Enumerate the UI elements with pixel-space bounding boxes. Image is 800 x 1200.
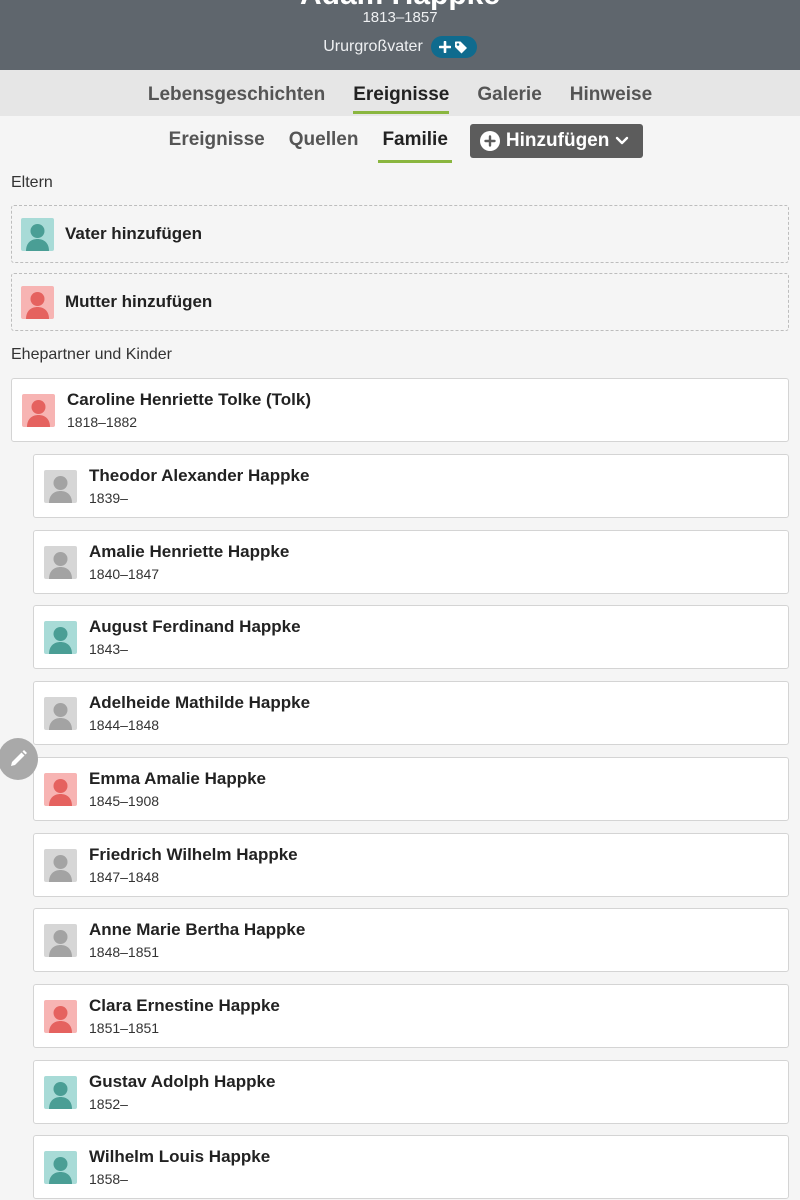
child-name: Adelheide Mathilde Happke [89, 692, 311, 712]
female-avatar-icon [44, 772, 77, 806]
child-name: August Ferdinand Happke [89, 616, 301, 636]
child-name: Amalie Henriette Happke [89, 541, 290, 561]
female-avatar-icon [21, 285, 54, 319]
child-card[interactable]: Friedrich Wilhelm Happke 1847–1848 [33, 833, 789, 897]
tab-lebensgeschichten[interactable]: Lebensgeschichten [134, 70, 339, 116]
parents-section-label: Eltern [11, 174, 53, 191]
add-tag-button[interactable] [430, 36, 477, 58]
male-avatar-icon [44, 1150, 77, 1184]
add-father-label: Vater hinzufügen [65, 224, 202, 243]
child-card[interactable]: Theodor Alexander Happke 1839– [33, 454, 789, 518]
child-years: 1844–1848 [89, 716, 160, 733]
child-card[interactable]: August Ferdinand Happke 1843– [33, 605, 789, 669]
tab-ereignisse[interactable]: Ereignisse [339, 70, 463, 116]
male-avatar-icon [44, 1075, 77, 1109]
relation-label: Ururgroßvater [323, 38, 423, 55]
child-card[interactable]: Gustav Adolph Happke 1852– [33, 1060, 789, 1124]
child-name: Emma Amalie Happke [89, 768, 266, 788]
child-years: 1848–1851 [89, 943, 160, 960]
child-name: Clara Ernestine Happke [89, 995, 280, 1015]
tab-galerie[interactable]: Galerie [463, 70, 555, 116]
spouses-section-label: Ehepartner und Kinder [11, 346, 172, 363]
spouse-name: Caroline Henriette Tolke (Tolk) [67, 389, 312, 409]
child-name: Gustav Adolph Happke [89, 1071, 276, 1091]
child-years: 1840–1847 [89, 565, 160, 582]
unknown-avatar-icon [44, 469, 77, 503]
child-years: 1839– [89, 489, 128, 506]
tab-hinweise[interactable]: Hinweise [556, 70, 666, 116]
male-avatar-icon [44, 620, 77, 654]
child-card[interactable]: Anne Marie Bertha Happke 1848–1851 [33, 908, 789, 972]
child-name: Wilhelm Louis Happke [89, 1146, 271, 1166]
spouse-years: 1818–1882 [67, 413, 138, 430]
tag-icon [455, 41, 468, 54]
add-button-label: Hinzufügen [505, 130, 610, 151]
subtab-familie[interactable]: Familie [370, 121, 459, 163]
add-father-card[interactable]: Vater hinzufügen [11, 205, 789, 263]
relation-row: Ururgroßvater [0, 36, 800, 58]
female-avatar-icon [22, 393, 55, 427]
child-years: 1845–1908 [89, 792, 160, 809]
person-years: 1813–1857 [362, 9, 438, 26]
unknown-avatar-icon [44, 848, 77, 882]
child-years: 1847–1848 [89, 868, 160, 885]
child-card[interactable]: Adelheide Mathilde Happke 1844–1848 [33, 681, 789, 745]
child-card[interactable]: Wilhelm Louis Happke 1858– [33, 1135, 789, 1199]
plus-icon [439, 41, 452, 53]
unknown-avatar-icon [44, 545, 77, 579]
child-years: 1858– [89, 1170, 128, 1187]
chevron-down-icon [616, 136, 629, 145]
subtab-ereignisse[interactable]: Ereignisse [157, 121, 277, 161]
child-name: Theodor Alexander Happke [89, 465, 310, 485]
spouse-card[interactable]: Caroline Henriette Tolke (Tolk) 1818–188… [11, 378, 789, 442]
main-tab-bar: Lebensgeschichten Ereignisse Galerie Hin… [0, 70, 800, 116]
add-mother-label: Mutter hinzufügen [65, 292, 213, 311]
pencil-icon [11, 750, 27, 766]
child-card[interactable]: Clara Ernestine Happke 1851–1851 [33, 984, 789, 1048]
add-button[interactable]: Hinzufügen [469, 124, 644, 158]
add-mother-card[interactable]: Mutter hinzufügen [11, 273, 789, 331]
person-header: Adam Happke 1813–1857 Ururgroßvater [0, 0, 800, 70]
male-avatar-icon [21, 217, 54, 251]
sub-tab-bar: Ereignisse Quellen Familie Hinzufügen [0, 116, 800, 166]
child-card[interactable]: Amalie Henriette Happke 1840–1847 [33, 530, 789, 594]
child-years: 1843– [89, 640, 128, 657]
subtab-quellen[interactable]: Quellen [277, 121, 371, 161]
female-avatar-icon [44, 999, 77, 1033]
unknown-avatar-icon [44, 923, 77, 957]
plus-circle-icon [479, 131, 500, 151]
unknown-avatar-icon [44, 696, 77, 730]
child-name: Anne Marie Bertha Happke [89, 919, 306, 939]
child-card[interactable]: Emma Amalie Happke 1845–1908 [33, 757, 789, 821]
child-years: 1852– [89, 1095, 128, 1112]
child-years: 1851–1851 [89, 1019, 160, 1036]
child-name: Friedrich Wilhelm Happke [89, 844, 298, 864]
